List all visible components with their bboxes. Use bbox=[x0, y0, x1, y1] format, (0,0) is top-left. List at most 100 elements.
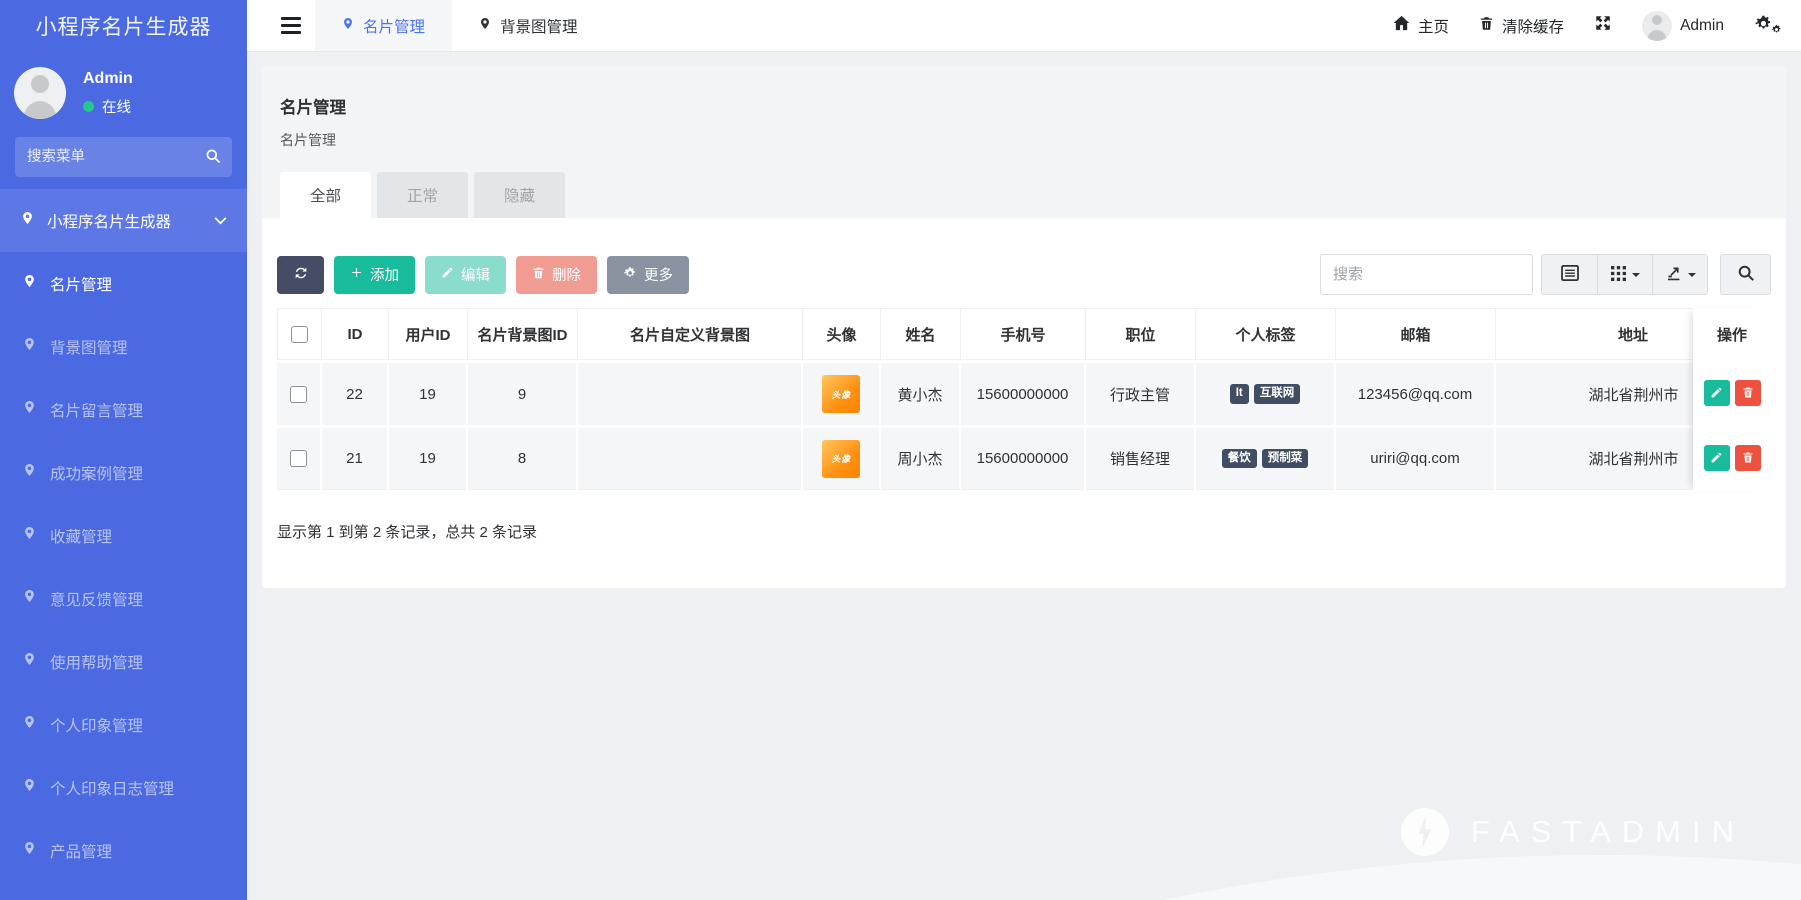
col-header-select bbox=[277, 308, 322, 360]
sidebar-item-impression-management[interactable]: 个人印象管理 bbox=[0, 693, 247, 756]
online-dot-icon bbox=[83, 100, 94, 112]
sidebar-item-background-management[interactable]: 背景图管理 bbox=[0, 315, 247, 378]
avatar-image[interactable]: 头像 bbox=[822, 375, 860, 413]
sidebar-item-help-management[interactable]: 使用帮助管理 bbox=[0, 630, 247, 693]
panel-body: 添加 编辑 删除 更多 搜索 ID 用户ID 名片背景图ID 名片自定义背景图 … bbox=[262, 218, 1786, 588]
operation-cell bbox=[1693, 360, 1771, 425]
map-pin-icon bbox=[23, 273, 36, 294]
cell-position: 销售经理 bbox=[1086, 425, 1196, 490]
filter-tab-all[interactable]: 全部 bbox=[280, 172, 372, 218]
sidebar-item-label: 意见反馈管理 bbox=[50, 591, 144, 609]
cell-bg-id: 8 bbox=[468, 425, 578, 490]
map-pin-icon bbox=[23, 714, 36, 735]
user-name: Admin bbox=[83, 69, 133, 87]
avatar-image[interactable]: 头像 bbox=[822, 439, 860, 478]
user-status: 在线 bbox=[83, 96, 133, 117]
common-search-toggle-button[interactable] bbox=[1542, 255, 1597, 294]
cell-user-id: 19 bbox=[389, 360, 468, 425]
plus-icon bbox=[350, 266, 363, 283]
cell-position: 行政主管 bbox=[1086, 360, 1196, 425]
refresh-button[interactable] bbox=[277, 255, 324, 294]
table-search-input[interactable] bbox=[1320, 254, 1533, 295]
fullscreen-button[interactable] bbox=[1594, 14, 1612, 37]
sidebar-item-impression-log-management[interactable]: 个人印象日志管理 bbox=[0, 756, 247, 819]
hamburger-icon[interactable] bbox=[281, 17, 301, 34]
select-all-checkbox[interactable] bbox=[291, 325, 308, 343]
sidebar-item-label: 名片管理 bbox=[50, 276, 113, 294]
table-row: 21 19 8 头像 周小杰 15600000000 销售经理 餐饮 预制菜 u… bbox=[277, 425, 1771, 490]
sidebar-item-feedback-management[interactable]: 意见反馈管理 bbox=[0, 567, 247, 630]
sidebar-item-card-management[interactable]: 名片管理 bbox=[0, 252, 247, 315]
user-avatar bbox=[14, 67, 66, 119]
row-checkbox[interactable] bbox=[290, 450, 307, 468]
sidebar-item-card-message-management[interactable]: 名片留言管理 bbox=[0, 378, 247, 441]
cell-id: 22 bbox=[322, 360, 389, 425]
home-button[interactable]: 主页 bbox=[1393, 15, 1449, 37]
user-menu[interactable]: Admin bbox=[1642, 10, 1724, 41]
sidebar-item-label: 成功案例管理 bbox=[50, 465, 144, 483]
search-icon bbox=[1737, 264, 1755, 285]
row-delete-button[interactable] bbox=[1734, 444, 1761, 471]
app-title: 小程序名片生成器 bbox=[35, 16, 212, 39]
cell-id: 21 bbox=[322, 425, 389, 490]
filter-tab-normal[interactable]: 正常 bbox=[377, 172, 469, 218]
tag-badge: 预制菜 bbox=[1261, 448, 1309, 469]
add-button[interactable]: 添加 bbox=[334, 255, 415, 294]
cell-tags: It 互联网 bbox=[1196, 360, 1336, 425]
delete-button[interactable]: 删除 bbox=[516, 255, 597, 294]
table-tools bbox=[1320, 254, 1771, 295]
caret-down-icon bbox=[1631, 272, 1640, 281]
more-button[interactable]: 更多 bbox=[607, 255, 689, 294]
sidebar-group-app[interactable]: 小程序名片生成器 bbox=[0, 189, 247, 252]
row-edit-button[interactable] bbox=[1703, 379, 1730, 406]
topbar-tab-background-management[interactable]: 背景图管理 bbox=[452, 0, 605, 51]
export-dropdown-button[interactable] bbox=[1652, 255, 1707, 294]
operation-column: 操作 bbox=[1693, 308, 1771, 491]
topbar-tab-card-management[interactable]: 名片管理 bbox=[315, 0, 453, 51]
sidebar-item-favorites-management[interactable]: 收藏管理 bbox=[0, 504, 247, 567]
map-pin-icon bbox=[23, 462, 36, 483]
sidebar-menu: 小程序名片生成器 名片管理 背景图管理 名片留言管理 成功案例管理 收藏管理 意… bbox=[0, 189, 247, 882]
gears-icon[interactable] bbox=[1754, 14, 1781, 38]
sidebar-item-label: 收藏管理 bbox=[50, 528, 113, 546]
clear-cache-label: 清除缓存 bbox=[1502, 18, 1565, 36]
edit-button[interactable]: 编辑 bbox=[425, 255, 506, 294]
delete-label: 删除 bbox=[552, 268, 581, 284]
search-submit-button[interactable] bbox=[1720, 254, 1771, 295]
trash-icon bbox=[532, 266, 545, 284]
columns-dropdown-button[interactable] bbox=[1597, 255, 1652, 294]
toolbar: 添加 编辑 删除 更多 bbox=[277, 254, 1771, 295]
page-subtitle: 名片管理 bbox=[280, 132, 336, 148]
map-pin-icon bbox=[23, 525, 36, 546]
watermark: FASTADMIN bbox=[1400, 808, 1745, 856]
sidebar-group-label: 小程序名片生成器 bbox=[47, 213, 172, 231]
refresh-icon bbox=[293, 265, 309, 285]
fullscreen-icon bbox=[1594, 14, 1612, 37]
sidebar-item-label: 个人印象管理 bbox=[50, 717, 144, 735]
row-edit-button[interactable] bbox=[1703, 444, 1730, 471]
more-label: 更多 bbox=[644, 268, 673, 284]
table-row: 22 19 9 头像 黄小杰 15600000000 行政主管 It 互联网 1… bbox=[277, 360, 1771, 425]
map-pin-icon bbox=[479, 16, 491, 36]
home-label: 主页 bbox=[1418, 18, 1450, 36]
col-header-position: 职位 bbox=[1086, 308, 1196, 360]
col-header-email: 邮箱 bbox=[1336, 308, 1496, 360]
row-checkbox[interactable] bbox=[290, 385, 307, 403]
clear-cache-button[interactable]: 清除缓存 bbox=[1479, 15, 1564, 37]
row-delete-button[interactable] bbox=[1734, 379, 1761, 406]
sidebar-item-success-case-management[interactable]: 成功案例管理 bbox=[0, 441, 247, 504]
map-pin-icon bbox=[23, 840, 36, 861]
sidebar-user-panel: Admin 在线 bbox=[0, 52, 247, 124]
sidebar-item-label: 使用帮助管理 bbox=[50, 654, 144, 672]
sidebar-item-label: 名片留言管理 bbox=[50, 402, 144, 420]
sidebar-item-product-management[interactable]: 产品管理 bbox=[0, 819, 247, 882]
tag-badge: 餐饮 bbox=[1221, 448, 1257, 469]
col-header-operation: 操作 bbox=[1716, 326, 1747, 344]
cell-phone: 15600000000 bbox=[961, 425, 1086, 490]
sidebar-search bbox=[15, 137, 232, 177]
filter-tab-hidden[interactable]: 隐藏 bbox=[474, 172, 566, 218]
topbar-avatar bbox=[1642, 10, 1673, 41]
chevron-down-icon bbox=[214, 212, 227, 230]
menu-search-input[interactable] bbox=[15, 137, 232, 177]
cell-email: 123456@qq.com bbox=[1336, 360, 1496, 425]
